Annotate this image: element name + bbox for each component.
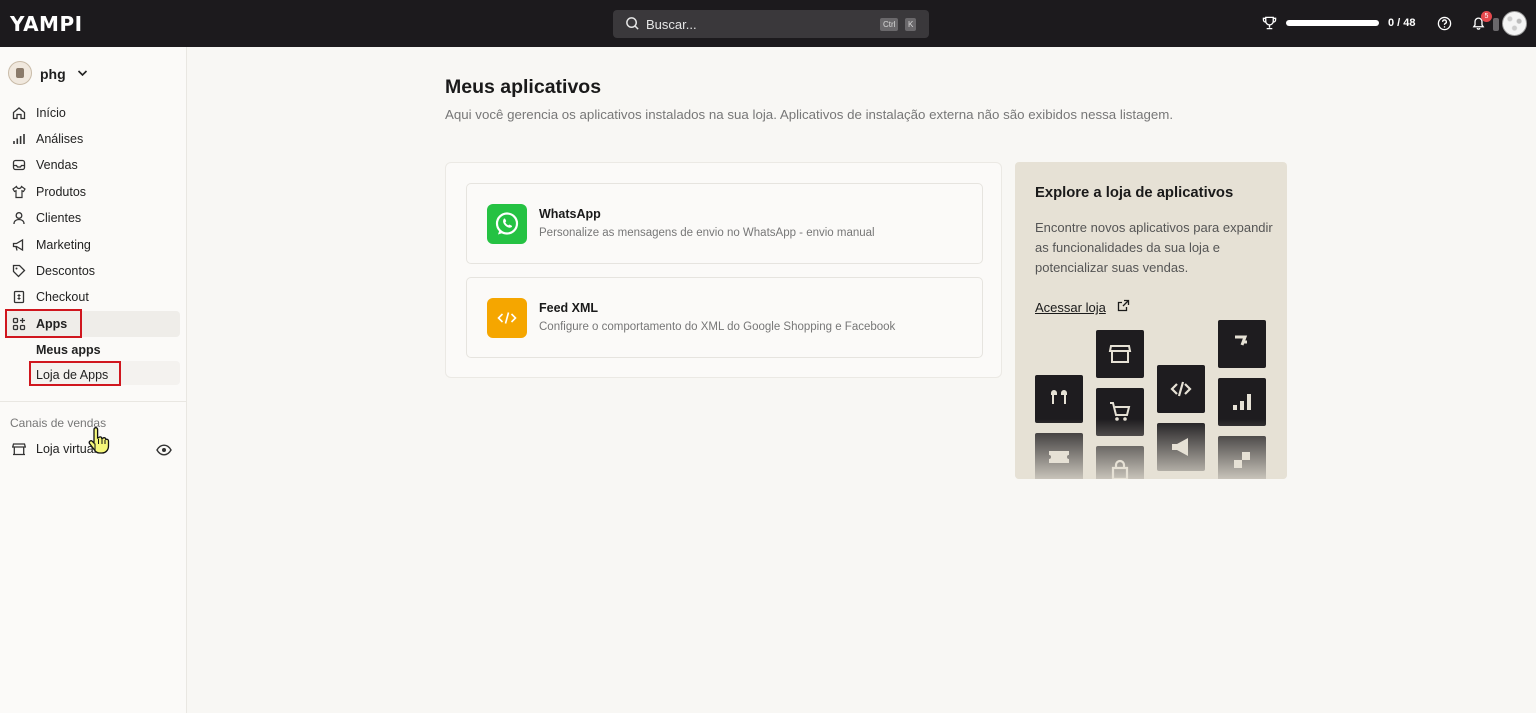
user-icon: [13, 212, 25, 225]
sidebar-item-label: Descontos: [36, 264, 96, 278]
app-name: WhatsApp: [539, 207, 601, 221]
megaphone-icon: [12, 238, 24, 252]
tile-earbuds-icon: [1035, 375, 1083, 423]
sales-channels-label: Canais de vendas: [10, 416, 107, 430]
whatsapp-icon: [487, 204, 527, 244]
yampi-logo[interactable]: YAMPI: [10, 12, 83, 36]
tile-code-icon: [1157, 365, 1205, 413]
inbox-icon: [12, 159, 26, 171]
page-subtitle: Aqui você gerencia os aplicativos instal…: [445, 107, 1174, 122]
sidebar-item-label: Início: [36, 106, 66, 120]
eye-icon[interactable]: [156, 444, 172, 456]
explore-text: Encontre novos aplicativos para expandir…: [1035, 220, 1273, 275]
home-icon: [12, 107, 26, 120]
sidebar-item-marketing[interactable]: Marketing: [6, 232, 180, 258]
explore-title: Explore a loja de aplicativos: [1035, 185, 1234, 201]
sidebar: phg Início Análises Vendas Produtos Clie…: [0, 47, 187, 713]
sidebar-item-label: Checkout: [36, 290, 89, 304]
installed-apps-card: WhatsApp Personalize as mensagens de env…: [445, 162, 1002, 378]
sidebar-subitem-meus-apps[interactable]: Meus apps: [36, 343, 101, 357]
sidebar-item-label: Vendas: [36, 158, 78, 172]
shortcut-ctrl: [1493, 18, 1499, 31]
chevron-down-icon[interactable]: [77, 69, 88, 77]
onboarding-progress-bar[interactable]: [1286, 20, 1379, 26]
app-item-feed-xml[interactable]: Feed XML Configure o comportamento do XM…: [466, 277, 983, 358]
sidebar-item-loja-virtual[interactable]: Loja virtual: [6, 436, 180, 462]
tiles-fade-overlay: [1015, 419, 1287, 479]
sidebar-item-descontos[interactable]: Descontos: [6, 258, 180, 284]
receipt-icon: [13, 290, 25, 304]
search-placeholder: Buscar...: [646, 17, 697, 32]
app-item-whatsapp[interactable]: WhatsApp Personalize as mensagens de env…: [466, 183, 983, 264]
sidebar-item-label: Produtos: [36, 185, 87, 199]
search-icon: [626, 17, 639, 30]
sidebar-item-analises[interactable]: Análises: [6, 126, 180, 152]
sidebar-item-inicio[interactable]: Início: [6, 100, 180, 126]
sidebar-item-produtos[interactable]: Produtos: [6, 179, 180, 205]
store-icon: [12, 443, 26, 456]
sidebar-divider: [0, 401, 186, 402]
trophy-icon[interactable]: [1262, 15, 1277, 31]
help-icon[interactable]: [1437, 16, 1452, 31]
progress-text: 0 / 48: [1388, 17, 1416, 29]
page-title: Meus aplicativos: [445, 76, 602, 98]
sidebar-item-clientes[interactable]: Clientes: [6, 205, 180, 231]
app-description: Configure o comportamento do XML do Goog…: [539, 321, 896, 333]
highlight-box-apps: [5, 309, 82, 338]
store-name[interactable]: phg: [40, 66, 66, 82]
sidebar-item-checkout[interactable]: Checkout: [6, 284, 180, 310]
sidebar-item-vendas[interactable]: Vendas: [6, 152, 180, 178]
chart-icon: [13, 134, 25, 144]
highlight-box-loja-de-apps: [29, 361, 121, 386]
tile-store-icon: [1096, 330, 1144, 378]
shortcut-k-key: K: [905, 18, 917, 31]
top-bar: YAMPI Buscar... Ctrl K 0 / 48 5: [0, 0, 1536, 47]
sidebar-item-label: Loja virtual: [36, 442, 97, 456]
tag-icon: [12, 264, 26, 278]
sidebar-item-label: Marketing: [36, 238, 91, 252]
shortcut-ctrl-key: Ctrl: [880, 18, 899, 31]
explore-app-store-card: Explore a loja de aplicativos Encontre n…: [1015, 162, 1287, 479]
store-avatar[interactable]: [8, 61, 32, 85]
shirt-icon: [12, 185, 26, 199]
app-description: Personalize as mensagens de envio no Wha…: [539, 227, 875, 239]
tile-seven-icon: [1218, 320, 1266, 368]
access-store-link[interactable]: Acessar loja: [1035, 300, 1106, 315]
notification-badge: 5: [1481, 11, 1492, 22]
app-name: Feed XML: [539, 301, 599, 315]
code-icon: [487, 298, 527, 338]
sidebar-item-label: Análises: [36, 132, 84, 146]
sidebar-item-label: Clientes: [36, 211, 82, 225]
external-link-icon[interactable]: [1117, 299, 1130, 312]
user-avatar[interactable]: [1502, 11, 1527, 36]
